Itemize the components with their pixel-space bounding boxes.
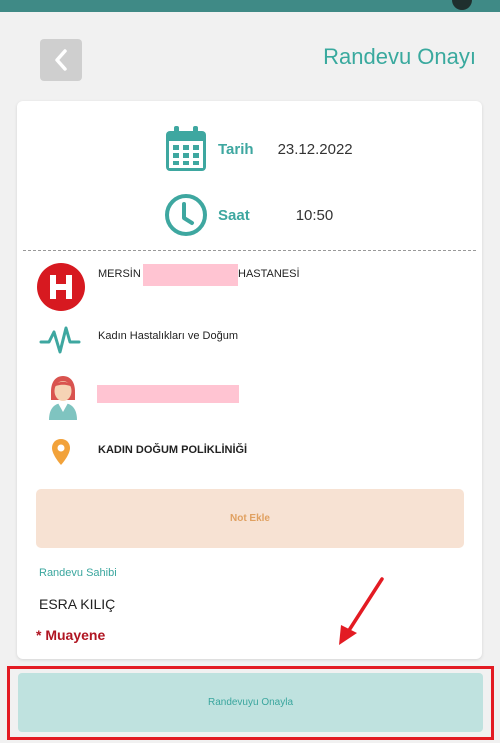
hospital-name-prefix: MERSİN [98, 268, 141, 280]
date-value: 23.12.2022 [277, 140, 353, 158]
clock-icon [165, 194, 207, 236]
back-button[interactable] [40, 39, 82, 81]
confirm-appointment-button[interactable]: Randevuyu Onayla [18, 673, 483, 732]
redacted-hospital-name [143, 264, 238, 286]
location-pin-icon [52, 439, 70, 465]
redacted-doctor-name [97, 385, 239, 403]
appointment-owner-name: ESRA KILIÇ [39, 596, 116, 612]
appointment-card: Tarih 23.12.2022 Saat 10:50 MERSİN HASTA… [17, 101, 482, 659]
hospital-icon [37, 263, 85, 311]
appointment-owner-label: Randevu Sahibi [39, 567, 117, 579]
heartbeat-icon [39, 326, 81, 354]
time-row: Saat 10:50 [164, 193, 333, 237]
chevron-left-icon [55, 49, 67, 71]
page-title: Randevu Onayı [323, 44, 476, 69]
hospital-name-suffix: HASTANESİ [238, 268, 300, 280]
red-arrow-annotation [339, 577, 384, 645]
date-row: Tarih 23.12.2022 [164, 125, 353, 173]
status-bar [0, 0, 500, 12]
appointment-type: * Muayene [36, 627, 106, 643]
time-label: Saat [218, 206, 250, 224]
add-note-button[interactable]: Not Ekle [36, 489, 464, 548]
time-value: 10:50 [295, 206, 334, 224]
department-name: Kadın Hastalıkları ve Doğum [98, 330, 239, 342]
status-bar-icon [452, 0, 472, 10]
clinic-name: KADIN DOĞUM POLİKLİNİĞİ [98, 444, 248, 456]
calendar-icon [166, 126, 206, 171]
date-label: Tarih [218, 140, 254, 158]
doctor-avatar-icon [49, 376, 77, 420]
divider [23, 250, 476, 251]
